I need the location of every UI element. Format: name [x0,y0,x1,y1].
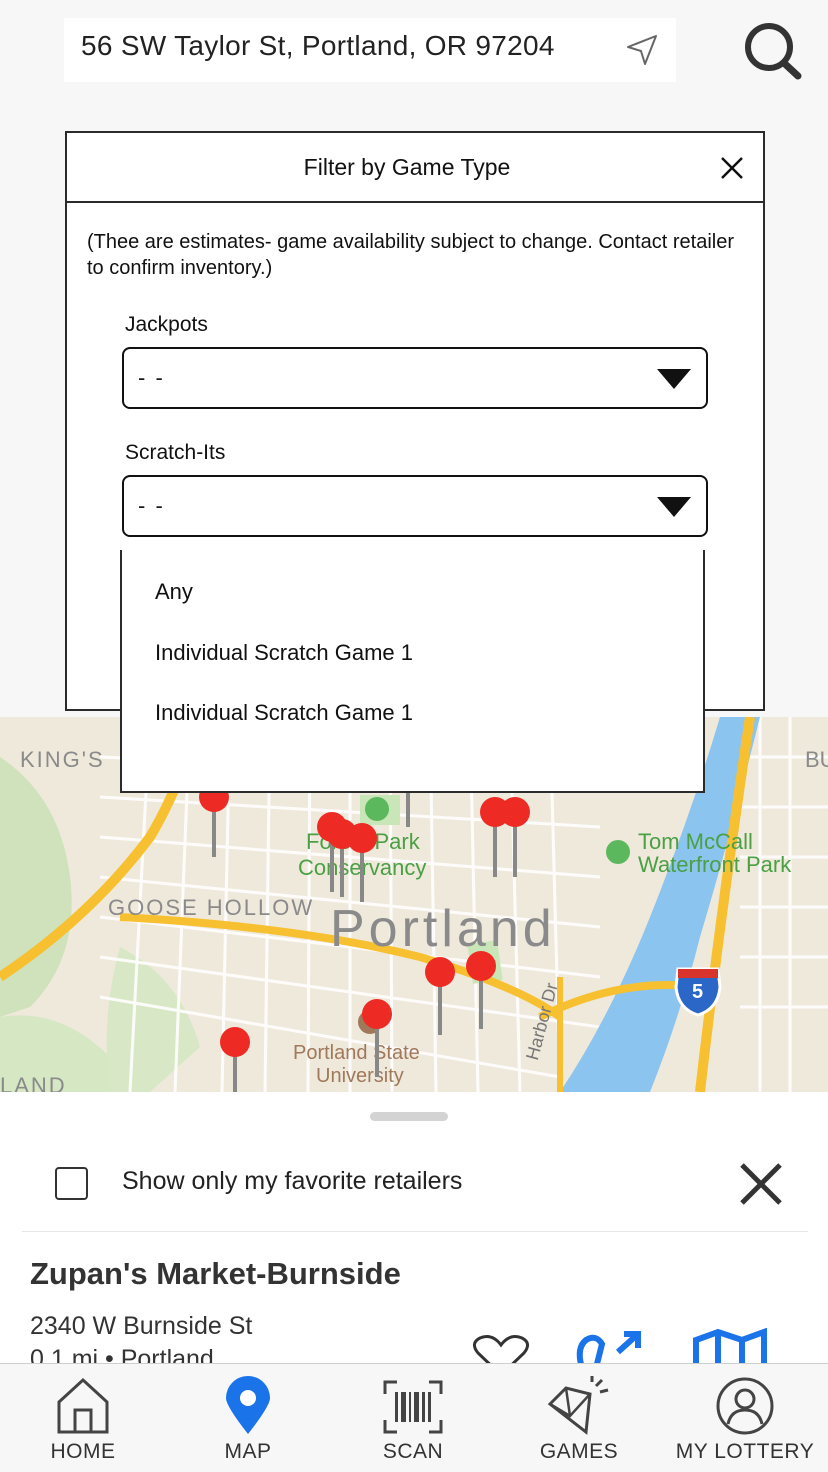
jackpots-label: Jackpots [125,313,208,336]
retailer-pin[interactable] [220,1027,250,1092]
dropdown-option-any[interactable]: Any [155,579,193,605]
favorites-label: Show only my favorite retailers [122,1167,463,1195]
retailer-pin[interactable] [425,957,455,1035]
chevron-down-icon [657,497,691,517]
search-icon[interactable] [740,18,804,82]
retailer-pin[interactable] [199,782,229,857]
scratch-its-label: Scratch-Its [125,441,226,464]
bottom-nav: HOME MAP SCAN GAMES MY LOTTERY [0,1363,828,1472]
retailer-name[interactable]: Zupan's Market-Burnside [30,1256,401,1292]
scratch-its-select-value: - - [138,493,165,518]
nav-my-lottery[interactable]: MY LOTTERY [662,1364,828,1472]
home-icon [57,1377,109,1434]
nav-scan[interactable]: SCAN [330,1364,496,1472]
modal-header: Filter by Game Type [67,133,763,203]
directions-icon[interactable] [574,1328,644,1368]
nav-scan-label: SCAN [382,1440,444,1463]
retailer-pin[interactable] [466,951,496,1029]
dropdown-option-game[interactable]: Individual Scratch Game 1 [155,640,413,666]
address-text: 56 SW Taylor St, Portland, OR 97204 [81,30,555,61]
retailer-pin[interactable] [362,999,392,1077]
jackpots-select-value: - - [138,365,165,390]
nav-home[interactable]: HOME [0,1364,166,1472]
retailer-pin[interactable] [347,823,377,902]
retailer-sheet: Show only my favorite retailers Zupan's … [0,1092,828,1375]
availability-note: (Thee are estimates- game availability s… [87,231,734,279]
nav-map-label: MAP [224,1440,272,1463]
retailer-address: 2340 W Burnside St [30,1312,253,1340]
user-icon [716,1377,774,1435]
nav-games[interactable]: GAMES [496,1364,662,1472]
nav-my-lottery-label: MY LOTTERY [675,1440,815,1463]
map-pin-icon [226,1376,270,1434]
close-icon[interactable] [738,1161,784,1207]
dropdown-option-game[interactable]: Individual Scratch Game 1 [155,700,413,726]
address-search-field[interactable]: 56 SW Taylor St, Portland, OR 97204 [64,18,676,82]
scratch-its-dropdown: Any Individual Scratch Game 1 Individual… [120,550,705,793]
map-view-icon[interactable] [692,1328,768,1368]
nav-games-label: GAMES [539,1440,619,1463]
modal-title: Filter by Game Type [303,154,511,180]
navigation-arrow-icon[interactable] [624,32,660,68]
retailer-pin[interactable] [500,797,530,877]
jackpots-select[interactable]: - - [122,347,708,409]
nav-home-label: HOME [50,1440,116,1463]
close-icon[interactable] [719,155,745,181]
favorites-checkbox[interactable] [55,1167,88,1200]
nav-map[interactable]: MAP [165,1364,331,1472]
chevron-down-icon [657,369,691,389]
diamond-icon [547,1376,609,1435]
scratch-its-select[interactable]: - - [122,475,708,537]
drag-handle[interactable] [370,1112,448,1121]
barcode-icon [383,1380,443,1434]
divider [22,1231,808,1232]
